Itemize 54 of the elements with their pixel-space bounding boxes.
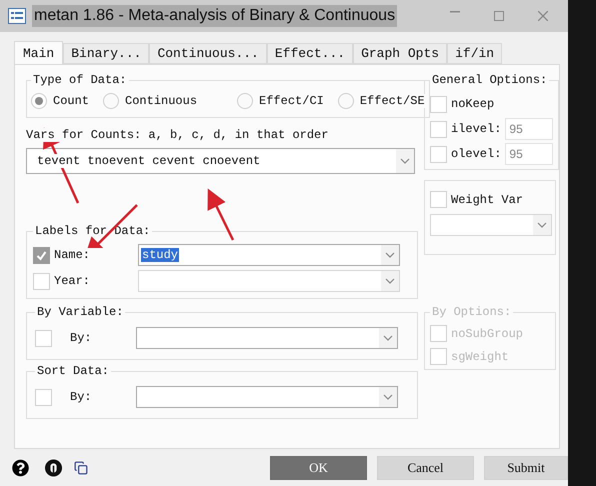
group-label: Type of Data: <box>32 73 128 87</box>
group-label: General Options: <box>431 73 548 87</box>
input-field[interactable]: 95 <box>505 143 554 165</box>
tab[interactable]: Binary... <box>63 43 150 64</box>
submit-button[interactable]: Submit <box>484 456 568 480</box>
tab[interactable]: Continuous... <box>149 43 267 64</box>
caret-icon <box>396 149 414 173</box>
group-label: By Options: <box>431 305 512 319</box>
checkbox[interactable] <box>35 330 52 346</box>
dropdown-field[interactable]: study <box>138 244 400 266</box>
tab[interactable]: Graph Opts <box>353 43 448 64</box>
checkbox[interactable] <box>430 146 447 162</box>
caret-icon <box>379 328 397 348</box>
checkbox[interactable] <box>35 388 52 406</box>
checkbox[interactable] <box>430 191 447 208</box>
option-label: sgWeight <box>451 350 509 364</box>
tab[interactable]: if/in <box>447 43 502 64</box>
option-label: noSubGroup <box>451 326 524 340</box>
help-icon[interactable] <box>12 457 30 479</box>
caret-icon <box>381 271 399 291</box>
option-label: Weight Var <box>451 192 524 206</box>
group-label: Sort Data: <box>36 364 110 378</box>
round-icon[interactable] <box>45 457 62 479</box>
cancel-button[interactable]: Cancel <box>377 456 474 480</box>
radio-button[interactable] <box>237 93 254 109</box>
annotation-arrow <box>208 188 234 241</box>
radio-button[interactable] <box>338 93 354 109</box>
radio-button[interactable] <box>31 93 47 109</box>
caret-icon <box>533 215 551 235</box>
group-label: By Variable: <box>36 305 124 319</box>
checkbox[interactable] <box>430 120 447 138</box>
dropdown-field[interactable] <box>430 214 552 236</box>
copy-icon[interactable] <box>74 459 88 477</box>
close-icon[interactable] <box>538 11 548 21</box>
tab[interactable]: Effect... <box>266 43 354 64</box>
tab[interactable]: Main <box>14 41 64 65</box>
check-icon <box>36 250 47 260</box>
window-icon <box>8 8 26 24</box>
dropdown-field[interactable]: tevent tnoevent cevent cnoevent <box>26 148 415 174</box>
dropdown-field[interactable] <box>136 386 398 408</box>
dropdown-field[interactable] <box>136 327 398 349</box>
caret-icon <box>379 387 397 407</box>
radio-button[interactable] <box>103 93 120 109</box>
checkbox[interactable] <box>33 246 50 264</box>
minimize-icon[interactable] <box>450 11 460 13</box>
input-field[interactable]: 95 <box>505 118 554 140</box>
caret-icon <box>381 245 399 265</box>
maximize-icon[interactable] <box>494 11 504 21</box>
group-label: Labels for Data: <box>34 224 152 238</box>
window-title: metan 1.86 - Meta-analysis of Binary & Continuous <box>32 5 398 27</box>
radio-label: Effect/SE <box>360 94 425 108</box>
ok-button[interactable]: OK <box>270 456 367 480</box>
checkbox[interactable] <box>430 96 447 112</box>
option-label: noKeep <box>451 97 494 111</box>
